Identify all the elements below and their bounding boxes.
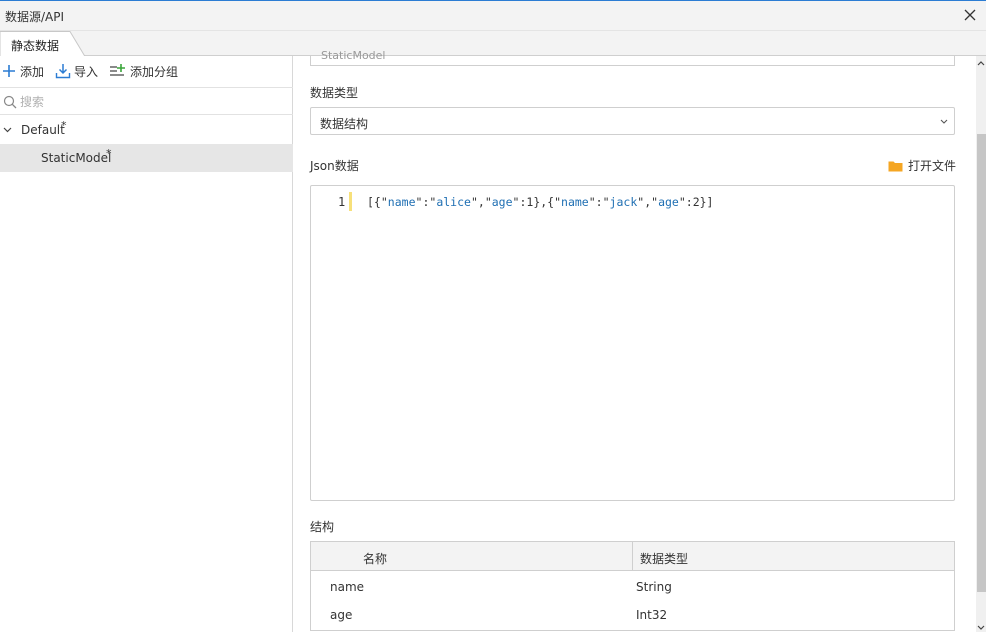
import-button[interactable]: 导入 (55, 62, 98, 80)
open-file-button[interactable]: 打开文件 (888, 157, 956, 174)
close-button[interactable] (962, 7, 978, 23)
tree-group-label: Default (21, 123, 65, 137)
tab-static-data-label: 静态数据 (11, 39, 60, 53)
model-name-field[interactable]: StaticModel (310, 49, 955, 66)
import-icon (55, 64, 71, 79)
open-file-label: 打开文件 (907, 159, 956, 173)
title-bar: 数据源/API (0, 0, 986, 31)
column-header-type: 数据类型 (640, 552, 689, 566)
cell-name: name (330, 580, 365, 594)
close-icon (964, 9, 976, 21)
data-type-label: 数据类型 (310, 86, 359, 100)
tree-item-staticmodel[interactable]: StaticModel * (0, 144, 293, 172)
table-row[interactable]: age Int32 (311, 600, 954, 628)
tree-group-default[interactable]: Default * (0, 116, 293, 144)
json-code: [{"name":"alice","age":1},{"name":"jack"… (367, 195, 714, 209)
structure-label: 结构 (310, 520, 335, 534)
data-type-select[interactable]: 数据结构 (310, 107, 955, 135)
cell-type: Int32 (636, 608, 668, 622)
tab-static-data[interactable]: 静态数据 (0, 31, 86, 57)
scroll-down-icon[interactable] (976, 624, 986, 632)
plus-icon (3, 65, 15, 77)
add-group-button[interactable]: 添加分组 (109, 62, 178, 80)
right-pane: StaticModel 数据类型 数据结构 Json数据 打开文件 1 [{"n… (294, 49, 986, 632)
line-change-marker (349, 192, 352, 211)
add-group-button-label: 添加分组 (130, 64, 179, 79)
import-button-label: 导入 (74, 64, 99, 79)
left-toolbar: 添加 导入 添加分组 (0, 56, 293, 86)
vertical-scrollbar[interactable] (976, 56, 986, 632)
chevron-down-icon (940, 119, 948, 124)
scroll-up-icon[interactable] (976, 59, 986, 67)
folder-icon (888, 161, 903, 171)
data-type-value: 数据结构 (320, 117, 369, 131)
chevron-down-icon (3, 127, 12, 133)
json-editor[interactable]: 1 [{"name":"alice","age":1},{"name":"jac… (310, 185, 955, 501)
column-header-name: 名称 (363, 552, 388, 566)
search-icon (3, 95, 17, 109)
window-title: 数据源/API (5, 10, 65, 24)
table-row[interactable]: name String (311, 572, 954, 600)
line-number: 1 (338, 195, 346, 209)
json-data-label: Json数据 (310, 159, 359, 173)
cell-type: String (636, 580, 672, 594)
search-box (0, 87, 293, 115)
table-header: 名称 数据类型 (311, 542, 954, 571)
left-pane: 添加 导入 添加分组 Default * (0, 56, 293, 632)
tab-strip: 静态数据 (0, 31, 986, 57)
structure-table: 名称 数据类型 name String age Int32 (310, 541, 955, 631)
add-button-label: 添加 (20, 64, 45, 79)
scrollbar-thumb[interactable] (977, 134, 986, 592)
modified-mark: * (61, 119, 67, 132)
tree-item-label: StaticModel (41, 151, 112, 165)
add-button[interactable]: 添加 (1, 62, 44, 80)
add-group-icon (110, 64, 125, 76)
cell-name: age (330, 608, 353, 622)
modified-mark: * (106, 147, 112, 160)
model-name-value: StaticModel (321, 49, 386, 62)
search-input[interactable] (20, 92, 280, 111)
